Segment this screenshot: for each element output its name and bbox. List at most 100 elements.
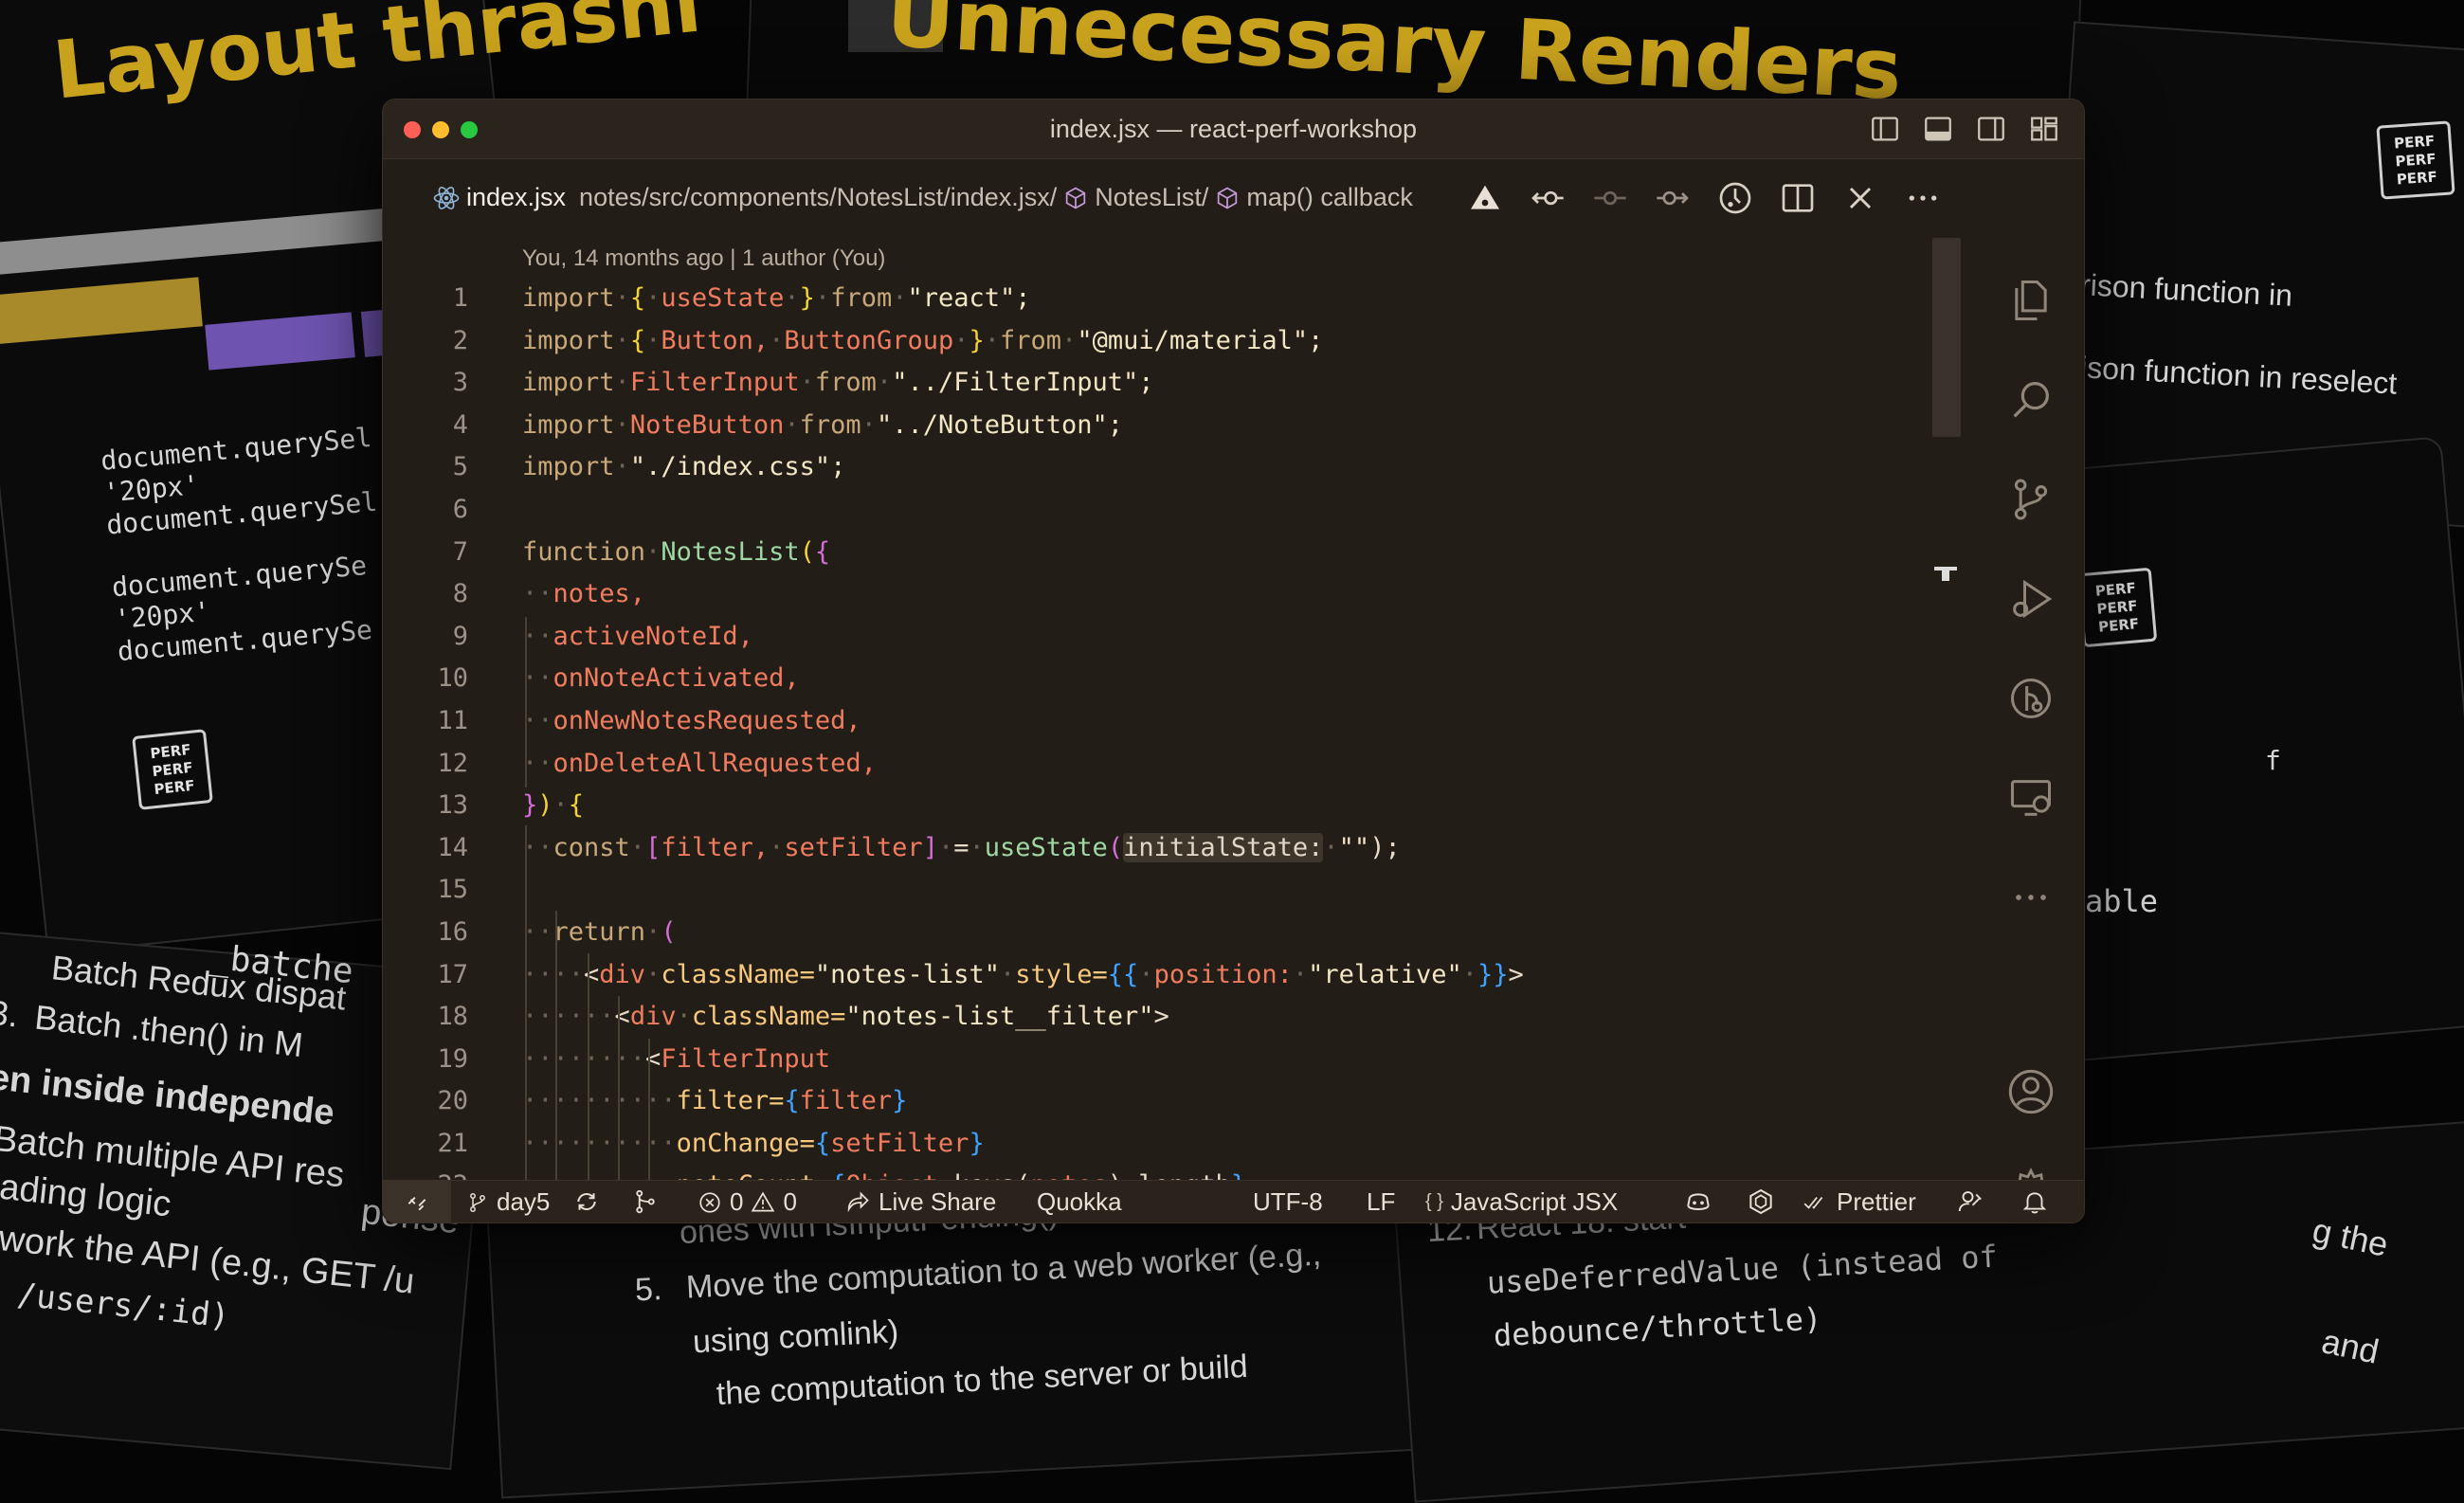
problems-indicator[interactable]: 0 0 (698, 1187, 797, 1217)
left-perf-badge: PERF PERF PERF (132, 729, 213, 810)
status-bar: day5 0 0 Live Share Quokka UTF-8 LF { } … (383, 1180, 2084, 1222)
live-share-icon (847, 1191, 869, 1212)
eol-label: LF (1367, 1187, 1396, 1216)
editor-scrollbar-thumb[interactable] (1932, 238, 1961, 437)
explorer-icon[interactable] (2006, 276, 2056, 325)
search-icon[interactable] (2006, 375, 2056, 425)
double-check-icon (1803, 1196, 1823, 1209)
breadcrumb: index.jsx notes/src/components/NotesList… (432, 183, 1413, 212)
toggle-panel-icon[interactable] (1922, 113, 1954, 145)
timeline-icon[interactable] (1716, 179, 1754, 217)
gitlens-icon[interactable] (2006, 674, 2056, 723)
git-branch-icon (470, 1192, 485, 1212)
layout-controls (1869, 113, 2060, 145)
symbol-method-icon (1218, 186, 1238, 209)
prettier-button[interactable]: Prettier (1801, 1187, 1916, 1217)
line-number: 20 (437, 1086, 468, 1116)
editor-tab-bar: index.jsx notes/src/components/NotesList… (383, 158, 2084, 238)
close-tab-icon[interactable] (1841, 179, 1879, 217)
gitlens-warning-icon[interactable] (1466, 179, 1504, 217)
line-number: 8 (452, 579, 468, 609)
editor-actions (1466, 179, 1942, 217)
right-line: f (2265, 745, 2281, 776)
branch-name: day5 (497, 1187, 551, 1216)
eslint-icon[interactable] (1746, 1186, 1776, 1217)
language-mode-selector[interactable]: { } JavaScript JSX (1425, 1187, 1618, 1217)
remote-explorer-icon[interactable] (2006, 773, 2056, 823)
indent-guide (588, 953, 589, 1181)
title-bar: index.jsx — react-perf-workshop (383, 100, 2084, 159)
customize-layout-icon[interactable] (2028, 113, 2060, 145)
toggle-primary-sidebar-icon[interactable] (1869, 113, 1901, 145)
quokka-button[interactable]: Quokka (1037, 1187, 1122, 1217)
notifications-bell-icon[interactable] (2020, 1187, 2049, 1216)
line-number: 10 (437, 663, 468, 694)
language-label: JavaScript JSX (1450, 1187, 1619, 1216)
inlay-hint: initialState: (1123, 832, 1324, 862)
warning-count: 0 (783, 1187, 797, 1216)
line-number: 12 (437, 748, 468, 778)
split-editor-icon[interactable] (1779, 179, 1817, 217)
eol-selector[interactable]: LF (1367, 1187, 1395, 1217)
scrollbar-cursor-marker-tick (1942, 570, 1949, 581)
right-top-perf-badge: PERF PERF PERF (2376, 120, 2455, 200)
code-editor[interactable]: You, 14 months ago | 1 author (You) 1 imp… (383, 238, 1978, 1181)
quokka-label: Quokka (1037, 1187, 1122, 1216)
git-graph-icon[interactable] (631, 1187, 660, 1216)
breadcrumb-symbol-callback[interactable]: map() callback (1246, 183, 1413, 212)
more-icon[interactable] (2006, 873, 2056, 922)
sync-icon[interactable] (572, 1187, 601, 1216)
indent-guide (525, 617, 527, 788)
prettier-label: Prettier (1837, 1187, 1916, 1216)
editor-window: index.jsx — react-perf-workshop index.js… (382, 99, 2085, 1223)
remote-indicator[interactable] (383, 1181, 451, 1222)
branch-indicator[interactable]: day5 (466, 1187, 550, 1217)
react-icon (433, 186, 460, 209)
encoding-selector[interactable]: UTF-8 (1253, 1187, 1323, 1217)
symbol-module-icon (1066, 186, 1086, 209)
commit-icon[interactable] (1591, 179, 1629, 217)
git-blame-annotation[interactable]: You, 14 months ago | 1 author (You) (522, 245, 885, 272)
line-number: 22 (411, 1165, 468, 1181)
feedback-icon[interactable] (1956, 1187, 1984, 1216)
warning-icon (752, 1191, 775, 1212)
line-number: 18 (437, 1002, 468, 1032)
line-number: 9 (452, 621, 468, 651)
live-share-label: Live Share (879, 1187, 997, 1216)
line-number: 17 (437, 959, 468, 989)
encoding-label: UTF-8 (1253, 1187, 1323, 1216)
breadcrumb-path[interactable]: notes/src/components/NotesList/index.jsx… (579, 183, 1057, 212)
center-item-number: 5. (634, 1271, 663, 1309)
line-number: 4 (452, 409, 468, 440)
line-number: 21 (437, 1128, 468, 1158)
line-number: 16 (437, 916, 468, 947)
open-changes-previous-icon[interactable] (1529, 179, 1567, 217)
right-mid-perf-badge: PERF PERF PERF (2076, 567, 2158, 648)
open-changes-next-icon[interactable] (1654, 179, 1692, 217)
line-number: 7 (452, 536, 468, 567)
account-icon[interactable] (2006, 1067, 2056, 1116)
copilot-icon[interactable] (1683, 1186, 1713, 1217)
source-control-icon[interactable] (2006, 475, 2056, 524)
line-number: 13 (437, 790, 468, 821)
breadcrumb-file[interactable]: index.jsx (466, 183, 566, 212)
toggle-secondary-sidebar-icon[interactable] (1975, 113, 2007, 145)
line-number: 15 (437, 875, 468, 905)
line-number: 14 (437, 832, 468, 862)
error-count: 0 (730, 1187, 744, 1216)
line-number: 3 (452, 368, 468, 398)
language-braces-icon: { } (1425, 1191, 1443, 1212)
run-debug-icon[interactable] (2006, 574, 2056, 624)
indent-guide (555, 911, 557, 1181)
line-number: 2 (452, 325, 468, 355)
remote-icon (408, 1196, 426, 1211)
indent-guide (648, 1039, 650, 1181)
more-actions-icon[interactable] (1904, 179, 1942, 217)
line-number: 6 (452, 494, 468, 524)
error-icon (699, 1191, 720, 1213)
live-share-button[interactable]: Live Share (844, 1187, 996, 1217)
line-number: 5 (452, 452, 468, 482)
indent-guide (525, 825, 527, 1181)
activity-bar (1978, 238, 2084, 1215)
breadcrumb-symbol-noteslist[interactable]: NotesList/ (1095, 183, 1208, 212)
